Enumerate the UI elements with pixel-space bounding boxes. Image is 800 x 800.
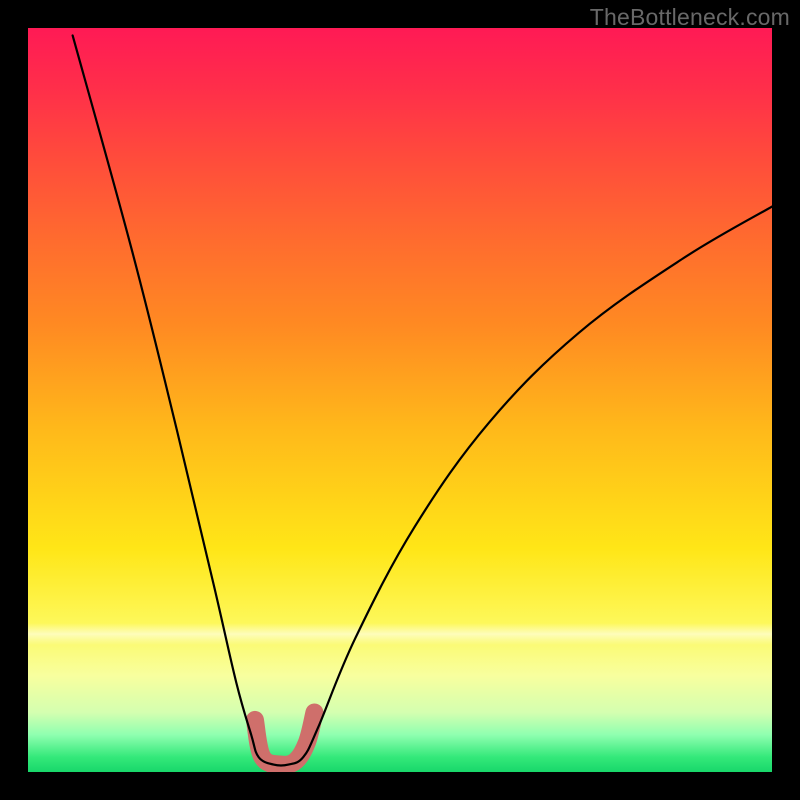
- curve-layer: [28, 28, 772, 772]
- highlight-stroke: [255, 712, 315, 764]
- watermark-text: TheBottleneck.com: [590, 4, 790, 31]
- plot-area: [28, 28, 772, 772]
- bottleneck-curve: [73, 35, 772, 765]
- chart-frame: TheBottleneck.com: [0, 0, 800, 800]
